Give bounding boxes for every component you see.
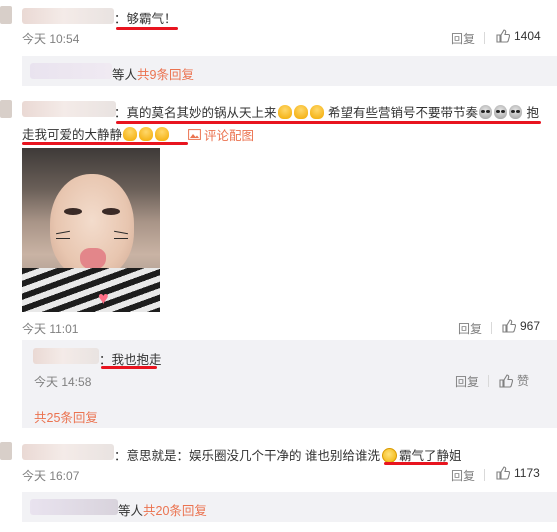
thumbs-up-icon: [496, 29, 510, 43]
red-underline: [116, 121, 541, 124]
hug-emoji-icon: [293, 105, 308, 119]
comment-text: ：够霸气！: [114, 12, 177, 26]
alien-emoji-icon: [509, 105, 523, 119]
whisker: [56, 230, 70, 235]
eye: [64, 208, 82, 215]
like-button[interactable]: 1404: [496, 29, 541, 43]
user-name-blurred[interactable]: [22, 8, 114, 24]
red-underline: [116, 27, 178, 30]
like-button[interactable]: 赞: [499, 372, 529, 389]
face: [50, 174, 134, 278]
comment-time: 今天 16:07: [22, 469, 80, 483]
hug-emoji-icon: [309, 105, 324, 119]
reply-button[interactable]: 回复: [451, 30, 475, 47]
alien-emoji-icon: [494, 105, 508, 119]
red-underline: [101, 366, 157, 369]
divider: [484, 469, 485, 481]
avatar[interactable]: [0, 442, 12, 460]
comment-time: 今天 10:54: [22, 32, 80, 46]
more-replies-link[interactable]: 共20条回复: [143, 500, 207, 519]
avatar[interactable]: [0, 100, 12, 118]
whisker: [56, 238, 70, 239]
more-replies-link[interactable]: 共25条回复: [34, 407, 98, 426]
image-icon: [188, 129, 201, 140]
reply-button[interactable]: 回复: [455, 373, 479, 390]
thumbs-up-icon: [496, 466, 510, 480]
divider: [491, 322, 492, 334]
view-comment-image-link[interactable]: 评论配图: [188, 125, 254, 144]
whisker: [114, 230, 128, 235]
hug-emoji-icon: [123, 127, 138, 141]
user-name-blurred[interactable]: [33, 348, 99, 364]
hug-emoji-icon: [155, 127, 170, 141]
red-underline: [384, 462, 448, 465]
hug-emoji-icon: [139, 127, 154, 141]
reply-button[interactable]: 回复: [451, 467, 475, 484]
comment-text: ：真的莫名其妙的锅从天上来 希望有些营销号不要带节奏 抱: [114, 105, 540, 120]
heart-sticker: ♥: [98, 288, 109, 308]
sub-reply-time: 今天 14:58: [34, 375, 92, 389]
like-button[interactable]: 1173: [496, 466, 540, 480]
whisker: [114, 238, 128, 239]
more-replies-link[interactable]: 共9条回复: [137, 64, 194, 83]
user-name-blurred[interactable]: [22, 101, 116, 117]
striped-shirt: [22, 268, 160, 312]
avatar[interactable]: [0, 6, 12, 24]
divider: [484, 32, 485, 44]
sub-reply-names: 等人: [118, 504, 144, 518]
sub-reply-names: 等人: [112, 68, 138, 82]
comment-image[interactable]: ♥: [22, 148, 160, 312]
comment-time: 今天 11:01: [22, 322, 79, 336]
user-name-blurred[interactable]: [30, 63, 112, 79]
like-button[interactable]: 967: [502, 319, 540, 333]
thumbs-up-icon: [499, 373, 513, 388]
comment-text-line2: 走我可爱的大静静: [22, 124, 170, 143]
mouth: [80, 248, 106, 270]
thinking-emoji-icon: [381, 448, 397, 463]
user-name-blurred[interactable]: [22, 444, 114, 460]
alien-emoji-icon: [479, 105, 493, 119]
hug-emoji-icon: [277, 105, 292, 119]
reply-button[interactable]: 回复: [458, 320, 482, 337]
red-underline: [22, 142, 188, 145]
user-name-blurred[interactable]: [30, 499, 118, 515]
divider: [488, 375, 489, 387]
thumbs-up-icon: [502, 319, 516, 333]
eye: [102, 208, 120, 215]
